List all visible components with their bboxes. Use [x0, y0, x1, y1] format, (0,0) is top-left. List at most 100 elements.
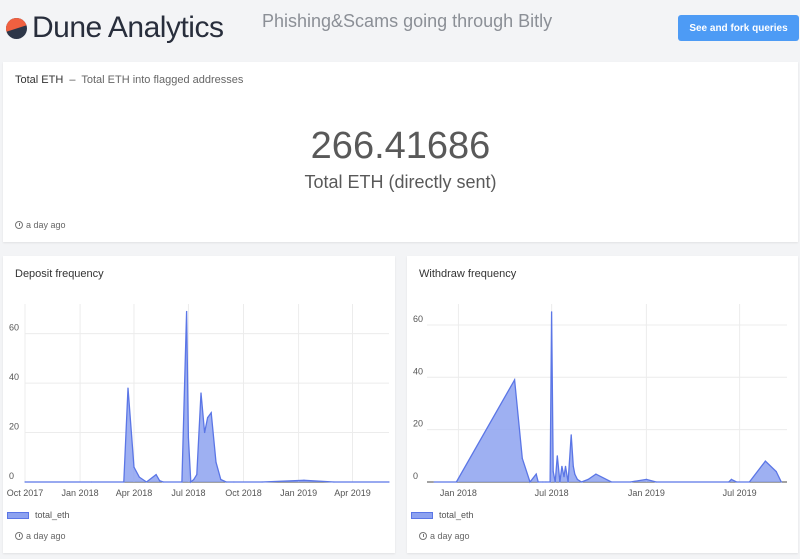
deposit-chart[interactable]: 0 20 40 60 Oct 2017 Jan 2018 Apr 2018 Jul 2018 O… [3, 256, 395, 506]
y-tick-label: 40 [413, 366, 423, 376]
data-point [549, 481, 551, 483]
counter-value: 266.41686 [310, 125, 491, 167]
data-point [735, 481, 738, 483]
data-point [181, 481, 183, 483]
dashboard-title: Phishing&Scams going through Bitly [262, 11, 553, 31]
data-point [388, 481, 390, 483]
data-point [155, 473, 157, 476]
data-point [580, 481, 583, 483]
data-point [556, 455, 558, 457]
x-tick-label: Jan 2019 [628, 488, 665, 498]
data-point [261, 481, 263, 483]
data-point [561, 465, 563, 467]
data-point [554, 481, 556, 483]
data-point [572, 465, 574, 467]
data-point [225, 481, 227, 483]
clock-icon [15, 221, 23, 229]
x-tick-label: Jul 2018 [535, 488, 569, 498]
x-tick-label: Oct 2017 [7, 488, 44, 498]
chart-legend[interactable]: total_eth [411, 510, 474, 520]
deposit-chart-card: Deposit frequency 0 20 40 60 Oct 2017 Jan 201… [3, 256, 395, 553]
data-point [775, 470, 777, 473]
data-point [193, 478, 195, 481]
data-point [610, 481, 612, 483]
clock-icon [15, 532, 23, 540]
data-point [529, 481, 531, 483]
data-point [186, 310, 188, 313]
x-tick-label: Jul 2019 [723, 488, 757, 498]
data-point [123, 481, 125, 483]
legend-swatch [7, 511, 29, 519]
data-point [551, 311, 553, 313]
data-point [564, 465, 567, 467]
data-point [764, 460, 766, 462]
series-area [434, 311, 782, 482]
chart-legend[interactable]: total_eth [7, 510, 70, 520]
data-point [587, 478, 589, 480]
fork-queries-button[interactable]: See and fork queries [678, 15, 799, 41]
data-point [204, 431, 206, 434]
counter-card: Total ETH – Total ETH into flagged addre… [3, 62, 798, 242]
data-point [645, 478, 647, 480]
x-tick-label: Apr 2019 [334, 488, 371, 498]
data-point [730, 478, 732, 480]
data-point [159, 480, 161, 482]
counter-timestamp: a day ago [15, 220, 66, 230]
data-point [574, 473, 576, 475]
clock-icon [419, 532, 427, 540]
y-tick-label: 0 [9, 471, 14, 481]
data-point [200, 392, 202, 394]
data-point [545, 481, 547, 483]
y-tick-label: 40 [9, 372, 19, 382]
data-point [187, 436, 190, 439]
data-point [535, 473, 537, 475]
data-point [206, 417, 209, 419]
data-point [595, 473, 597, 475]
data-point [521, 457, 523, 460]
data-point [655, 481, 657, 483]
withdraw-chart[interactable]: 0 20 40 60 Jan 2018 Jul 2018 Jan 2019 Jul 2019 [407, 256, 798, 506]
data-point [513, 379, 516, 381]
dune-logo-icon [6, 17, 27, 39]
data-point [780, 481, 782, 483]
data-point [576, 478, 578, 480]
data-point [552, 470, 554, 473]
x-tick-label: Oct 2018 [225, 488, 262, 498]
y-tick-label: 0 [413, 471, 418, 481]
data-point [145, 481, 148, 483]
x-tick-label: Apr 2018 [116, 488, 153, 498]
data-point [333, 481, 335, 483]
y-tick-label: 60 [413, 314, 423, 324]
logo-text: Dune Analytics [32, 11, 224, 44]
dune-logo[interactable]: Dune Analytics [6, 11, 224, 44]
x-tick-label: Jan 2019 [280, 488, 317, 498]
data-point [220, 478, 222, 481]
x-tick-label: Jul 2018 [171, 488, 205, 498]
timestamp-text: a day ago [26, 531, 66, 541]
data-point [728, 481, 730, 483]
data-point [559, 481, 561, 483]
data-point [748, 481, 751, 483]
data-point [196, 473, 198, 476]
y-tick-label: 60 [9, 323, 19, 333]
data-point [215, 461, 217, 463]
counter-separator: – [69, 74, 76, 86]
y-tick-label: 20 [413, 419, 423, 429]
data-point [537, 481, 539, 483]
data-point [190, 481, 192, 483]
x-tick-label: Jan 2018 [62, 488, 99, 498]
data-point [542, 481, 544, 483]
data-point [570, 434, 572, 436]
data-point [24, 481, 26, 483]
data-point [90, 481, 93, 483]
counter-label: Total ETH (directly sent) [304, 172, 497, 192]
chart-timestamp: a day ago [15, 531, 66, 541]
data-point [567, 481, 569, 483]
y-tick-label: 20 [9, 422, 19, 432]
counter-header: Total ETH – Total ETH into flagged addre… [15, 74, 243, 86]
data-point [138, 476, 140, 478]
timestamp-text: a day ago [26, 220, 66, 230]
withdraw-chart-card: Withdraw frequency 0 20 40 60 Jan 2018 Jul 20… [407, 256, 798, 553]
data-point [433, 481, 435, 483]
data-point [629, 481, 632, 483]
